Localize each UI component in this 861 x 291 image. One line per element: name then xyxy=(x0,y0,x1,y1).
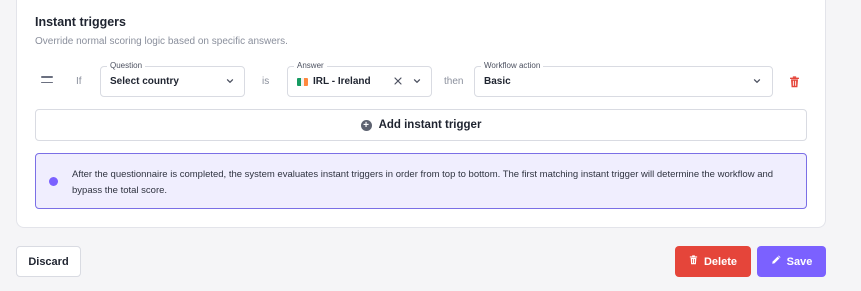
answer-select[interactable]: Answer IRL - Ireland xyxy=(287,61,432,97)
is-label: is xyxy=(262,76,270,87)
question-select[interactable]: Question Select country xyxy=(100,61,245,97)
clear-icon[interactable] xyxy=(393,76,403,86)
question-value-text: Select country xyxy=(110,76,179,87)
discard-label: Discard xyxy=(28,255,69,268)
answer-value-text: IRL - Ireland xyxy=(313,76,371,87)
workflow-value: Basic xyxy=(484,76,511,87)
pencil-icon xyxy=(771,255,781,268)
drag-handle-icon[interactable] xyxy=(41,76,53,83)
question-field-label: Question xyxy=(107,61,146,71)
section-title: Instant triggers xyxy=(35,15,126,29)
workflow-field-label: Workflow action xyxy=(481,61,544,71)
trash-icon[interactable] xyxy=(789,75,800,88)
add-instant-trigger-button[interactable]: + Add instant trigger xyxy=(35,109,807,141)
plus-circle-icon: + xyxy=(360,119,372,131)
workflow-value-text: Basic xyxy=(484,76,511,87)
chevron-down-icon[interactable] xyxy=(225,76,235,86)
trash-icon xyxy=(689,255,698,268)
if-label: If xyxy=(76,76,82,87)
delete-label: Delete xyxy=(703,255,738,268)
info-text: After the questionnaire is completed, th… xyxy=(72,169,774,196)
section-subtitle: Override normal scoring logic based on s… xyxy=(35,36,288,47)
answer-value: IRL - Ireland xyxy=(297,76,371,87)
ireland-flag-icon xyxy=(297,77,308,86)
chevron-down-icon[interactable] xyxy=(752,76,762,86)
save-label: Save xyxy=(786,255,813,268)
info-dot-icon xyxy=(49,177,58,186)
answer-field-label: Answer xyxy=(294,61,327,71)
info-callout: After the questionnaire is completed, th… xyxy=(35,153,807,209)
add-instant-trigger-label: Add instant trigger xyxy=(378,119,482,131)
workflow-action-select[interactable]: Workflow action Basic xyxy=(474,61,773,97)
save-button[interactable]: Save xyxy=(757,246,826,277)
delete-button[interactable]: Delete xyxy=(675,246,751,277)
discard-button[interactable]: Discard xyxy=(16,246,81,277)
then-label: then xyxy=(444,76,464,87)
question-value: Select country xyxy=(110,76,179,87)
chevron-down-icon[interactable] xyxy=(412,76,422,86)
